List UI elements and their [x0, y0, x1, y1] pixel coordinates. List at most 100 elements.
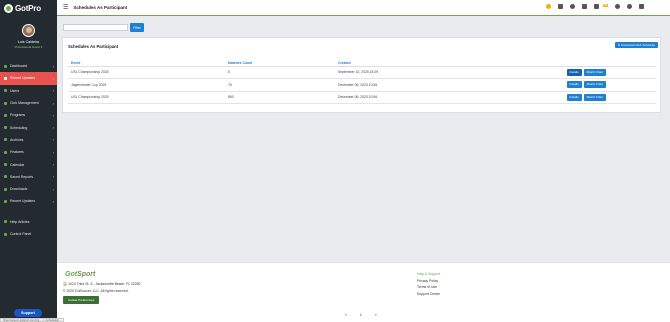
dashboard-icon: [4, 64, 7, 68]
footer: GotSport 🏠 1024 Third St. S., Jacksonvil…: [57, 262, 670, 322]
sidebar-item-control-panel[interactable]: Control Panel: [0, 228, 57, 240]
sidebar-item-help-articles[interactable]: Help Articles: [0, 216, 57, 228]
sidebar-item-calendar[interactable]: Calendar ›: [0, 158, 57, 170]
sidebar-item-dashboard[interactable]: Dashboard ›: [0, 60, 57, 72]
footer-copyright: © 2025 GotSoccer, LLC. All rights reserv…: [63, 289, 129, 293]
help-icon: [4, 220, 7, 224]
pager-page-1[interactable]: 1: [360, 313, 362, 317]
footer-address: 🏠 1024 Third St. S., Jacksonville Beach,…: [63, 282, 141, 286]
user-menu-icon[interactable]: [639, 4, 644, 9]
table-row: USL Championship 2025 5 September 10, 20…: [68, 66, 656, 79]
chevron-right-icon: ›: [52, 88, 54, 94]
archives-icon: [4, 138, 7, 142]
sidebar-item-users[interactable]: Users ›: [0, 85, 57, 97]
details-button[interactable]: Details: [566, 81, 582, 89]
nav-divider: [0, 208, 57, 216]
cell-event: USL Championship 2025: [68, 66, 225, 79]
download-club-schedule-button[interactable]: ⬇ Download Club Schedule: [614, 42, 658, 48]
sidebar-item-club-management[interactable]: Club Management ›: [0, 97, 57, 109]
programs-icon: [4, 113, 7, 117]
star-icon[interactable]: [546, 4, 552, 9]
reports-icon: [4, 175, 7, 179]
downloads-icon: [4, 187, 7, 191]
match-chart-button[interactable]: Match Chart: [583, 81, 606, 89]
logo-text: GotPro: [15, 3, 41, 13]
notification-badge: 99: [603, 4, 608, 7]
card-title: Schedules As Participant: [68, 44, 119, 49]
footer-link-support-center[interactable]: Support Center: [417, 291, 440, 298]
filter-button[interactable]: Filter: [130, 23, 144, 32]
table-row: USL Championship 2025 890 December 06, 2…: [68, 91, 656, 104]
schedules-card: Schedules As Participant ⬇ Download Club…: [62, 37, 661, 113]
messages-icon[interactable]: [594, 4, 600, 9]
user-name: Luis Caldeira: [18, 40, 39, 44]
chat-icon[interactable]: [615, 4, 620, 9]
chevron-right-icon: ›: [52, 149, 54, 155]
match-chart-button[interactable]: Match Chart: [583, 93, 606, 101]
sidebar-item-archives[interactable]: Archives ›: [0, 134, 57, 146]
pager-next[interactable]: »: [375, 313, 377, 317]
sidebar-item-recent-updates[interactable]: Recent Updates ›: [0, 72, 57, 85]
chevron-right-icon: ›: [52, 112, 54, 118]
sidebar: GotPro Luis Caldeira Professional Guest …: [0, 0, 57, 322]
match-chart-button[interactable]: Match Chart: [583, 68, 606, 76]
chevron-right-icon: ›: [52, 186, 54, 192]
cell-created: December 06, 2023 10:56: [335, 91, 442, 104]
status-bar-url: https://system.gotsport.com/org_.../.../…: [0, 318, 64, 322]
control-panel-icon: [4, 232, 7, 236]
footer-link-help-support[interactable]: Help & Support: [417, 271, 440, 278]
page-title: Schedules As Participant: [73, 5, 128, 10]
details-button[interactable]: Details: [566, 93, 582, 101]
bell-icon[interactable]: [570, 4, 576, 9]
apps-icon[interactable]: [582, 4, 588, 9]
features-icon: [4, 150, 7, 154]
details-button[interactable]: Details: [566, 68, 582, 76]
scheduling-icon: [4, 126, 7, 130]
pager-prev[interactable]: «: [345, 313, 347, 317]
recent-updates-icon: [4, 76, 7, 80]
sidebar-item-scheduling[interactable]: Scheduling ›: [0, 121, 57, 133]
cell-actions: Details Match Chart: [441, 66, 656, 79]
brand-logo[interactable]: GotPro: [0, 0, 57, 16]
filter-input[interactable]: [63, 24, 128, 31]
chevron-right-icon: ›: [52, 100, 54, 106]
updates-icon: [4, 199, 7, 203]
grid-icon[interactable]: [558, 4, 564, 9]
cell-count: 76: [225, 78, 335, 92]
cell-actions: Details Match Chart: [441, 78, 656, 92]
cell-event: USL Championship 2025: [68, 91, 225, 104]
logo-icon: [4, 3, 13, 13]
topbar-icons: 99: [546, 4, 644, 9]
topbar: ☰ Schedules As Participant 99: [57, 0, 670, 16]
download-label: Download Club Schedule: [621, 43, 655, 47]
support-button[interactable]: Support: [14, 309, 42, 317]
menu-icon[interactable]: ☰: [63, 4, 68, 11]
sidebar-nav: Dashboard › Recent Updates › Users › Club M…: [0, 60, 57, 240]
cell-count: 890: [225, 91, 335, 104]
sidebar-item-recent-updates-2[interactable]: Recent Updates ›: [0, 195, 57, 207]
sidebar-item-saved-reports[interactable]: Saved Reports ›: [0, 171, 57, 183]
sidebar-item-downloads[interactable]: Downloads ›: [0, 183, 57, 195]
sidebar-item-features[interactable]: Features ›: [0, 146, 57, 158]
calendar-icon: [4, 163, 7, 167]
cell-event: Jägermeister Cup 2025: [68, 78, 225, 92]
footer-link-privacy-policy[interactable]: Privacy Policy: [417, 278, 440, 285]
sidebar-item-programs[interactable]: Programs ›: [0, 109, 57, 121]
cell-actions: Details Match Chart: [441, 91, 656, 104]
cell-created: September 10, 2025 18:29: [335, 66, 442, 79]
download-icon: ⬇: [617, 43, 621, 47]
footer-logo[interactable]: GotSport: [65, 271, 95, 278]
footer-links: Help & Support Privacy Policy Terms of U…: [417, 271, 440, 297]
user-role-dropdown[interactable]: Professional Guest ▾: [0, 45, 57, 49]
chevron-right-icon: ›: [52, 137, 54, 143]
cookie-preferences-button[interactable]: Cookie Preferences: [63, 296, 100, 304]
footer-link-terms-of-use[interactable]: Terms of Use: [417, 284, 440, 291]
settings-icon[interactable]: [627, 4, 632, 9]
avatar[interactable]: [22, 24, 35, 37]
users-icon: [4, 89, 7, 93]
chevron-right-icon: ›: [52, 63, 54, 69]
club-icon: [4, 101, 7, 105]
chevron-right-icon: ›: [52, 162, 54, 168]
user-profile: Luis Caldeira Professional Guest ▾: [0, 16, 57, 60]
chevron-right-icon: ›: [52, 174, 54, 180]
